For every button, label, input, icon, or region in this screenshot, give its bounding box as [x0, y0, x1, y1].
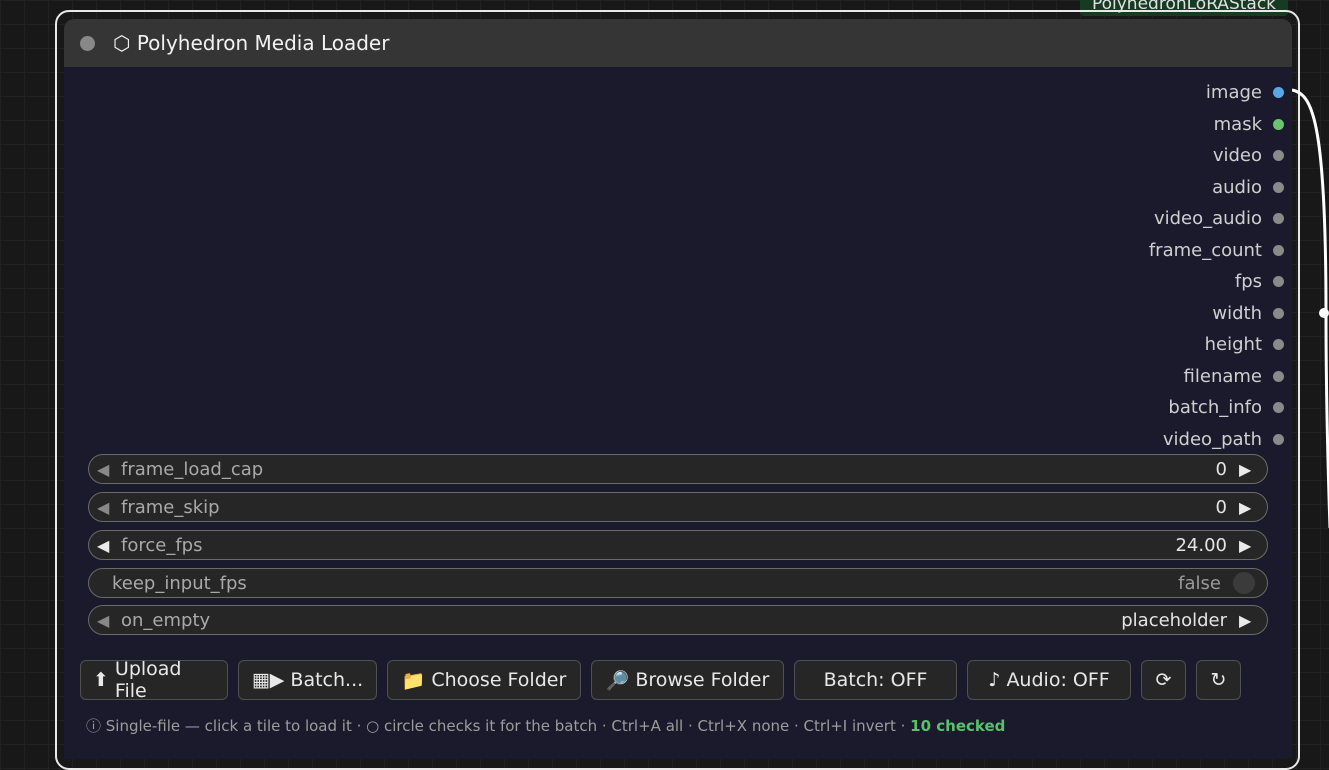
output-slot-frame-count[interactable]: frame_count [992, 235, 1292, 267]
output-dot-icon[interactable] [1273, 307, 1284, 319]
decrement-arrow-icon[interactable]: ◀ [97, 536, 115, 555]
folder-icon: 📁 [401, 669, 426, 692]
batch-grid-icon: ▦▶ [251, 669, 285, 691]
output-dot-icon[interactable] [1273, 118, 1284, 130]
hint-text: ⓘ Single-file — click a tile to load it … [86, 717, 906, 735]
output-label: video [1212, 145, 1262, 167]
refresh-button[interactable]: ⟳ [1141, 660, 1186, 700]
widget-name: on_empty [121, 609, 211, 631]
output-label: frame_count [1148, 239, 1262, 261]
output-label: mask [1213, 113, 1262, 135]
increment-arrow-icon[interactable]: ▶ [1239, 460, 1257, 479]
link-wire [1292, 88, 1329, 528]
output-label: video_path [1162, 428, 1262, 450]
widget-value[interactable]: placeholder [1121, 610, 1227, 631]
browse-folder-button[interactable]: 🔎 Browse Folder [591, 660, 784, 700]
decrement-arrow-icon[interactable]: ◀ [97, 498, 115, 517]
magnifier-icon: 🔎 [605, 669, 630, 692]
output-slot-fps[interactable]: fps [992, 266, 1292, 298]
widget-value[interactable]: 0 [1216, 459, 1227, 480]
increment-arrow-icon[interactable]: ▶ [1239, 498, 1257, 517]
button-label: Browse Folder [635, 669, 770, 691]
output-dot-icon[interactable] [1273, 370, 1284, 382]
batch-toggle-button[interactable]: Batch: OFF [794, 660, 957, 700]
output-dot-icon[interactable] [1273, 244, 1284, 256]
button-label: Upload File [114, 658, 182, 702]
previous-option-arrow-icon[interactable]: ◀ [97, 611, 115, 630]
button-label: Batch: OFF [823, 669, 928, 691]
output-dot-icon[interactable] [1273, 402, 1284, 414]
media-loader-node[interactable]: ⬡ Polyhedron Media Loader image mask vid… [64, 19, 1292, 759]
widget-frame-skip[interactable]: ◀ frame_skip 0 ▶ [88, 492, 1268, 522]
increment-arrow-icon[interactable]: ▶ [1239, 536, 1257, 555]
output-label: image [1205, 82, 1262, 104]
widget-name: frame_skip [121, 496, 220, 518]
node-title: ⬡ Polyhedron Media Loader [113, 31, 390, 55]
widget-frame-load-cap[interactable]: ◀ frame_load_cap 0 ▶ [88, 454, 1268, 484]
toggle-switch-icon[interactable] [1233, 572, 1255, 594]
decrement-arrow-icon[interactable]: ◀ [97, 460, 115, 479]
upload-file-button[interactable]: ⬆ Upload File [80, 658, 228, 702]
output-dot-icon[interactable] [1273, 339, 1284, 351]
output-slot-audio[interactable]: audio [992, 172, 1292, 204]
output-label: height [1204, 334, 1262, 356]
output-slot-batch-info[interactable]: batch_info [992, 392, 1292, 424]
widget-value[interactable]: 24.00 [1175, 535, 1227, 556]
output-dot-icon[interactable] [1273, 181, 1284, 193]
reload-icon: ↻ [1210, 669, 1227, 691]
output-slots: image mask video audio video_audio frame… [992, 77, 1292, 455]
output-label: audio [1212, 176, 1262, 198]
button-label: Audio: OFF [1006, 669, 1110, 691]
next-option-arrow-icon[interactable]: ▶ [1239, 611, 1257, 630]
output-slot-image[interactable]: image [992, 77, 1292, 109]
widget-value: false [1178, 572, 1221, 594]
output-label: video_audio [1153, 208, 1262, 230]
music-note-icon: ♪ [988, 669, 1001, 691]
button-label: Batch... [290, 669, 364, 691]
batch-button[interactable]: ▦▶ Batch... [238, 660, 377, 700]
widget-value[interactable]: 0 [1216, 497, 1227, 518]
checked-count: 10 checked [910, 717, 1006, 735]
action-toolbar: ⬆ Upload File ▦▶ Batch... 📁 Choose Folder 🔎… [80, 658, 1241, 702]
output-slot-width[interactable]: width [992, 298, 1292, 330]
output-slot-height[interactable]: height [992, 329, 1292, 361]
output-label: width [1212, 302, 1262, 324]
widget-name: keep_input_fps [112, 572, 247, 594]
widget-keep-input-fps[interactable]: keep_input_fps false [88, 568, 1268, 598]
collapse-toggle-icon[interactable] [80, 35, 95, 51]
output-dot-icon[interactable] [1273, 150, 1284, 162]
widget-on-empty[interactable]: ◀ on_empty placeholder ▶ [88, 605, 1268, 635]
output-dot-icon[interactable] [1273, 87, 1284, 99]
output-dot-icon[interactable] [1273, 213, 1284, 225]
output-slot-video-path[interactable]: video_path [992, 424, 1292, 456]
output-label: fps [1234, 271, 1262, 293]
widget-name: force_fps [121, 534, 203, 556]
upload-icon: ⬆ [93, 669, 109, 691]
reload-button[interactable]: ↻ [1196, 660, 1241, 700]
node-title-bar[interactable]: ⬡ Polyhedron Media Loader [64, 19, 1292, 67]
output-dot-icon[interactable] [1273, 276, 1284, 288]
button-label: Choose Folder [431, 669, 567, 691]
output-slot-mask[interactable]: mask [992, 109, 1292, 141]
widget-name: frame_load_cap [121, 458, 264, 480]
output-slot-filename[interactable]: filename [992, 361, 1292, 393]
refresh-icon: ⟳ [1155, 669, 1172, 691]
widget-force-fps[interactable]: ◀ force_fps 24.00 ▶ [88, 530, 1268, 560]
output-slot-video-audio[interactable]: video_audio [992, 203, 1292, 235]
audio-toggle-button[interactable]: ♪ Audio: OFF [967, 660, 1131, 700]
choose-folder-button[interactable]: 📁 Choose Folder [387, 660, 581, 700]
output-dot-icon[interactable] [1273, 433, 1284, 445]
help-hint: ⓘ Single-file — click a tile to load it … [86, 715, 1005, 736]
output-label: filename [1183, 365, 1262, 387]
output-slot-video[interactable]: video [992, 140, 1292, 172]
output-label: batch_info [1168, 397, 1262, 419]
